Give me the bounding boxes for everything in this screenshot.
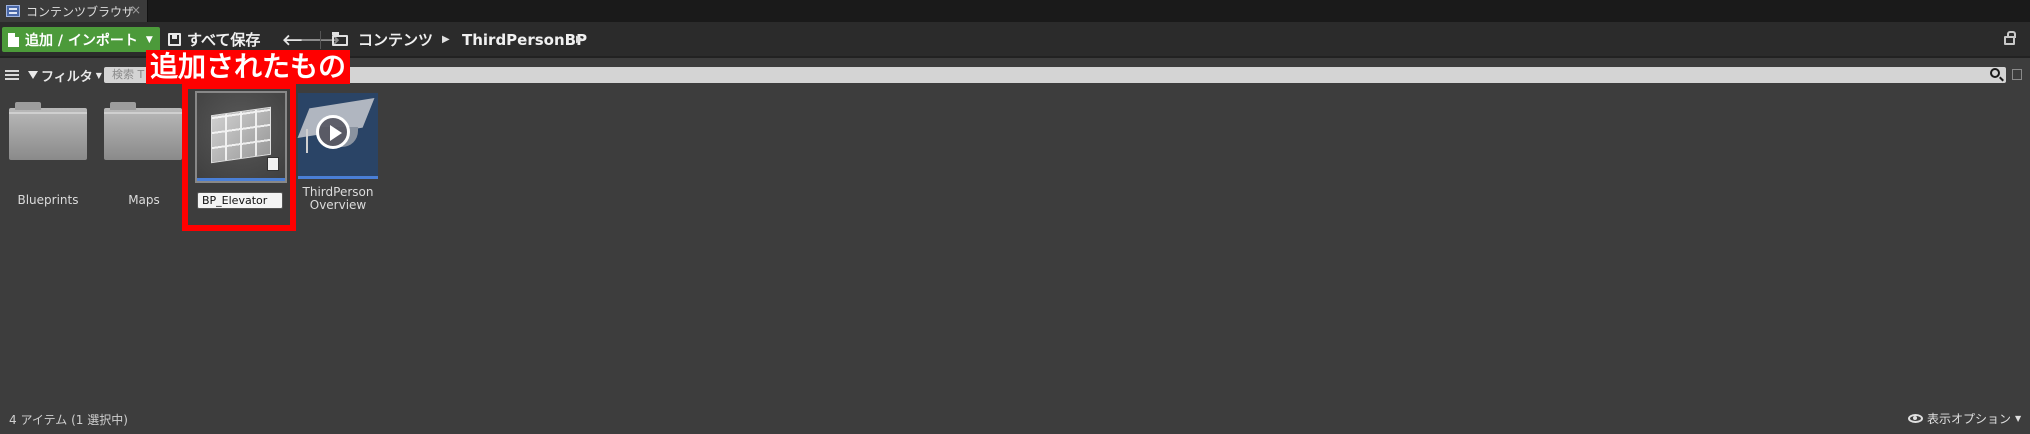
tab-title: コンテンツブラウザ (26, 4, 135, 19)
folder-icon (104, 102, 182, 160)
toolbar-divider (320, 31, 321, 49)
view-options-button[interactable]: 表示オプション ▼ (1908, 410, 2021, 426)
tab-strip: コンテンツブラウザ × (0, 0, 2030, 22)
search-icon[interactable] (1990, 68, 2000, 78)
annotation-label: 追加されたもの (146, 50, 351, 84)
folder-icon (9, 102, 87, 160)
lock-icon[interactable] (2004, 31, 2016, 45)
filter-button[interactable]: フィルタ ▼ (28, 65, 102, 85)
search-input[interactable]: 検索 T (104, 67, 2006, 83)
content-browser-icon (6, 5, 20, 17)
tutorial-thumbnail (297, 93, 378, 179)
folder-open-icon[interactable] (332, 32, 348, 46)
content-browser: コンテンツブラウザ × 追加 / インポート ▼ すべて保存 🡐 🡒 コンテンツ… (0, 0, 2030, 434)
sources-panel-toggle-icon[interactable] (5, 70, 19, 81)
item-count-status: 4 アイテム (1 選択中) (9, 413, 128, 427)
save-all-button[interactable]: すべて保存 (168, 27, 260, 52)
breadcrumb-separator-icon[interactable]: ▶ (576, 27, 584, 52)
close-icon[interactable]: × (131, 3, 141, 17)
eye-icon (1908, 413, 1923, 423)
filter-icon (28, 71, 38, 79)
asset-label: ThirdPerson Overview (302, 185, 374, 212)
tab-content-browser[interactable]: コンテンツブラウザ × (0, 0, 148, 22)
add-import-label: 追加 / インポート (25, 32, 138, 49)
filter-label: フィルタ (41, 69, 93, 85)
chevron-down-icon: ▼ (145, 34, 153, 45)
asset-label: Maps (128, 193, 160, 207)
breadcrumb-separator-icon[interactable]: ▶ (442, 27, 450, 52)
new-document-icon (8, 32, 19, 47)
annotation-highlight-box (182, 83, 296, 231)
add-import-button[interactable]: 追加 / インポート ▼ (2, 27, 160, 52)
save-all-label: すべて保存 (187, 31, 261, 49)
save-search-icon[interactable] (2012, 69, 2022, 80)
breadcrumb-item-content[interactable]: コンテンツ (358, 27, 433, 52)
asset-type-bar (298, 176, 378, 179)
asset-label: Blueprints (17, 193, 79, 207)
chevron-down-icon: ▼ (2015, 413, 2022, 423)
breadcrumb-item-thirdpersonbp[interactable]: ThirdPersonBP (462, 27, 587, 52)
play-icon (316, 115, 350, 149)
view-options-label: 表示オプション (1927, 411, 2012, 426)
chevron-down-icon: ▼ (95, 70, 102, 80)
save-icon (168, 33, 181, 46)
